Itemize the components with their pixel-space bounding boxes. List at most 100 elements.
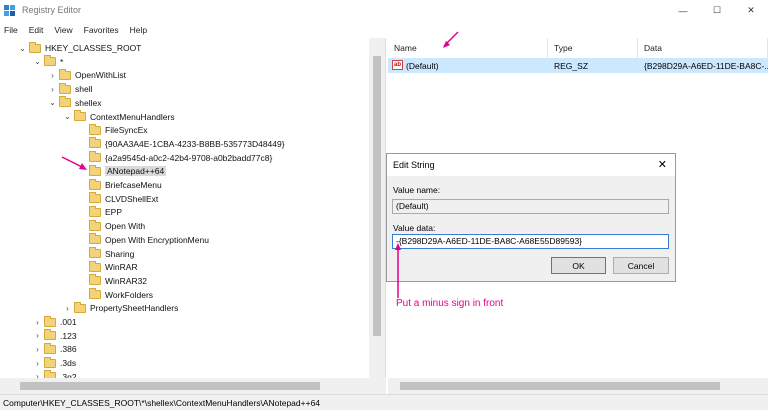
menu-view[interactable]: View xyxy=(54,25,72,35)
string-value-icon: ab xyxy=(392,60,403,70)
dialog-title-bar: Edit String ✕ xyxy=(387,154,675,176)
value-name: (Default) xyxy=(406,61,439,71)
folder-icon xyxy=(89,137,101,149)
minimize-button[interactable]: — xyxy=(666,0,700,21)
tree-item-label: .123 xyxy=(60,330,77,341)
tree-item[interactable]: CLVDShellExt xyxy=(78,192,158,206)
chevron-right-icon[interactable]: › xyxy=(33,318,42,327)
folder-icon xyxy=(44,329,56,341)
tree-item[interactable]: ⌄ * xyxy=(33,55,63,69)
tree-item[interactable]: › .3g2 xyxy=(33,370,77,378)
tree-item[interactable]: EPP xyxy=(78,205,122,219)
list-item[interactable]: ab (Default) REG_SZ {B298D29A-A6ED-11DE-… xyxy=(388,58,768,73)
ok-button[interactable]: OK xyxy=(551,257,606,274)
column-data[interactable]: Data xyxy=(638,38,768,58)
tree-item-label: OpenWithList xyxy=(75,70,127,81)
tree-item[interactable]: Sharing xyxy=(78,247,134,261)
column-type[interactable]: Type xyxy=(548,38,638,58)
tree-item-label: shellex xyxy=(75,97,102,108)
folder-icon xyxy=(89,260,101,272)
chevron-right-icon[interactable]: › xyxy=(33,345,42,354)
column-name[interactable]: Name xyxy=(388,38,548,58)
tree-item[interactable]: ANotepad++64 xyxy=(78,164,167,178)
folder-icon xyxy=(44,342,56,354)
tree-item[interactable]: › .3ds xyxy=(33,356,76,370)
tree-item-label: {a2a9545d-a0c2-42b4-9708-a0b2badd77c8} xyxy=(105,152,273,163)
tree-item[interactable]: › PropertySheetHandlers xyxy=(63,301,178,315)
close-button[interactable]: ✕ xyxy=(734,0,768,21)
dialog-close-icon[interactable]: ✕ xyxy=(658,158,667,171)
chevron-down-icon[interactable]: ⌄ xyxy=(33,57,42,66)
value-data-input[interactable]: -{B298D29A-A6ED-11DE-BA8C-A68E55D89593} xyxy=(392,234,669,249)
window-title: Registry Editor xyxy=(22,5,82,15)
chevron-right-icon[interactable]: › xyxy=(33,359,42,368)
menu-help[interactable]: Help xyxy=(130,25,147,35)
cancel-button[interactable]: Cancel xyxy=(613,257,669,274)
menu-file[interactable]: File xyxy=(4,25,18,35)
dialog-title: Edit String xyxy=(393,160,435,170)
tree-item-label: {90AA3A4E-1CBA-4233-B8BB-535773D48449} xyxy=(105,138,285,149)
folder-icon xyxy=(89,233,101,245)
chevron-right-icon[interactable]: › xyxy=(48,85,57,94)
tree-item[interactable]: ⌄ shellex xyxy=(48,96,101,110)
annotation-text: Put a minus sign in front xyxy=(396,298,504,309)
chevron-right-icon[interactable]: › xyxy=(33,331,42,340)
chevron-down-icon[interactable]: ⌄ xyxy=(63,112,72,121)
folder-icon xyxy=(89,205,101,217)
menu-edit[interactable]: Edit xyxy=(29,25,44,35)
tree-item[interactable]: WinRAR xyxy=(78,260,138,274)
status-path: Computer\HKEY_CLASSES_ROOT\*\shellex\Con… xyxy=(3,397,321,408)
tree-item-label: Open With xyxy=(105,221,146,232)
tree-item[interactable]: FileSyncEx xyxy=(78,123,148,137)
edit-string-dialog: Edit String ✕ Value name: (Default) Valu… xyxy=(386,153,676,282)
tree-item-label: PropertySheetHandlers xyxy=(90,303,179,314)
registry-tree[interactable]: ⌄ HKEY_CLASSES_ROOT ⌄ * › OpenWithList › shell ⌄… xyxy=(0,38,386,378)
tree-scroll-thumb[interactable] xyxy=(373,56,381,336)
list-hscroll-thumb[interactable] xyxy=(400,382,720,390)
folder-icon xyxy=(74,301,86,313)
tree-item-label: CLVDShellExt xyxy=(105,193,159,204)
tree-item[interactable]: {a2a9545d-a0c2-42b4-9708-a0b2badd77c8} xyxy=(78,151,272,165)
folder-icon xyxy=(89,151,101,163)
tree-item[interactable]: › .386 xyxy=(33,342,77,356)
tree-item[interactable]: WinRAR32 xyxy=(78,274,147,288)
tree-item[interactable]: Open With xyxy=(78,219,145,233)
folder-icon xyxy=(59,82,71,94)
folder-icon xyxy=(89,164,101,176)
tree-item-label: .3ds xyxy=(60,358,77,369)
menu-favorites[interactable]: Favorites xyxy=(84,25,119,35)
tree-item[interactable]: › shell xyxy=(48,82,92,96)
chevron-right-icon[interactable]: › xyxy=(48,71,57,80)
tree-item[interactable]: WorkFolders xyxy=(78,288,153,302)
value-data-label: Value data: xyxy=(393,223,436,233)
folder-icon xyxy=(89,192,101,204)
folder-icon xyxy=(44,315,56,327)
tree-item[interactable]: {90AA3A4E-1CBA-4233-B8BB-535773D48449} xyxy=(78,137,285,151)
folder-icon xyxy=(59,68,71,80)
tree-item[interactable]: › .123 xyxy=(33,329,77,343)
folder-icon xyxy=(44,55,56,67)
folder-icon xyxy=(29,41,41,53)
maximize-button[interactable]: ☐ xyxy=(700,0,734,21)
tree-item-label: .386 xyxy=(60,344,77,355)
tree-item-label: HKEY_CLASSES_ROOT xyxy=(45,43,142,53)
tree-item[interactable]: ⌄ HKEY_CLASSES_ROOT xyxy=(18,41,141,55)
chevron-down-icon[interactable]: ⌄ xyxy=(18,44,27,53)
tree-item[interactable]: Open With EncryptionMenu xyxy=(78,233,209,247)
chevron-down-icon[interactable]: ⌄ xyxy=(48,98,57,107)
tree-item[interactable]: ⌄ ContextMenuHandlers xyxy=(63,110,175,124)
tree-item-label: Open With EncryptionMenu xyxy=(105,234,209,245)
tree-hscroll-thumb[interactable] xyxy=(20,382,320,390)
chevron-right-icon[interactable]: › xyxy=(63,304,72,313)
tree-item[interactable]: › .001 xyxy=(33,315,77,329)
tree-item[interactable]: › OpenWithList xyxy=(48,68,126,82)
tree-item[interactable]: BriefcaseMenu xyxy=(78,178,162,192)
folder-icon xyxy=(89,247,101,258)
